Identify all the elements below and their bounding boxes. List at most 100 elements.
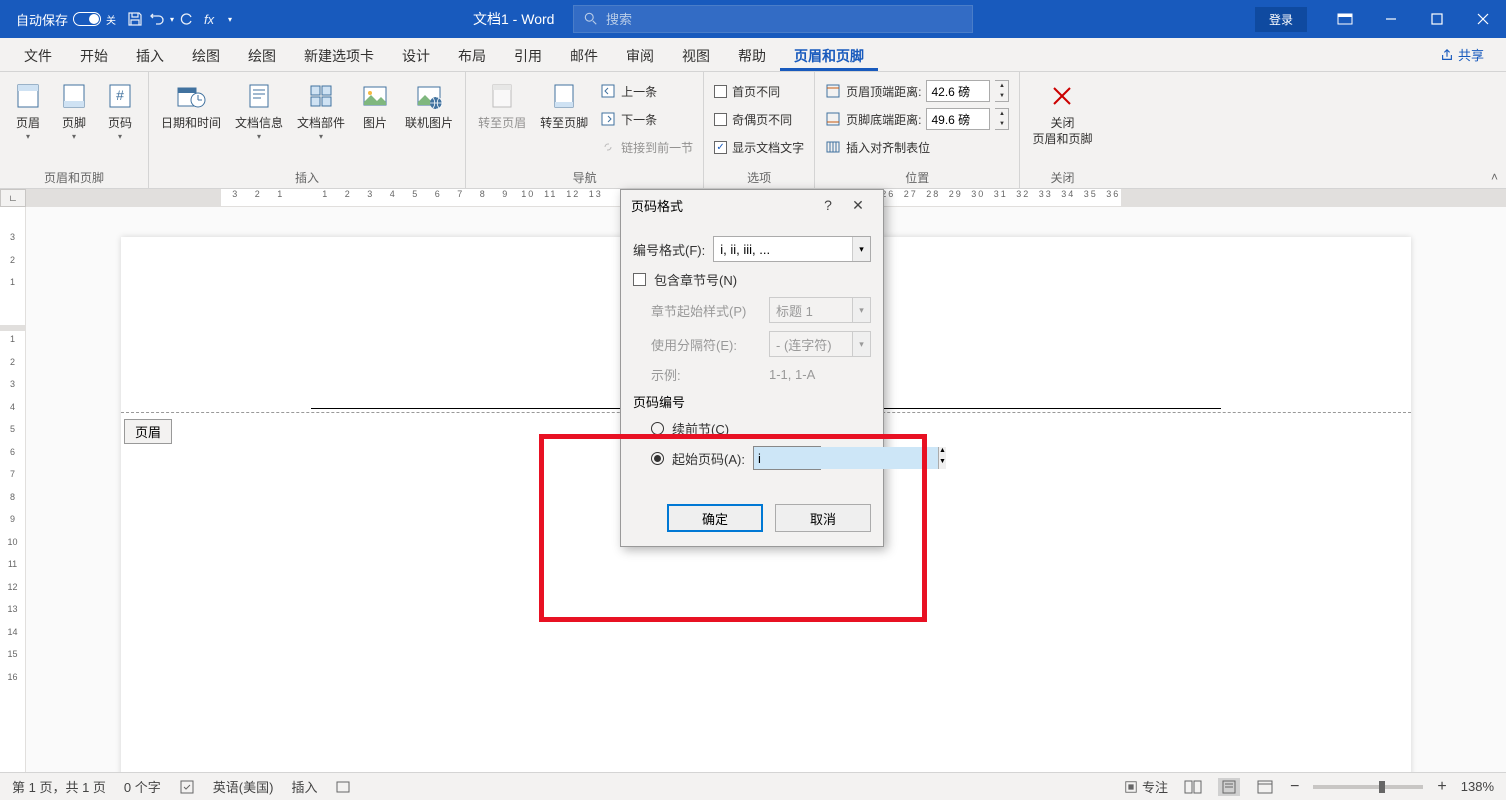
insert-tab-button[interactable]: 插入对齐制表位: [821, 134, 1013, 160]
startat-radio[interactable]: [651, 452, 664, 465]
spinner[interactable]: ▲▼: [995, 80, 1009, 102]
toggle-icon: [73, 12, 101, 26]
spin-up-icon[interactable]: ▲: [939, 447, 946, 458]
footer-button[interactable]: 页脚▾: [52, 76, 96, 146]
docparts-button[interactable]: 文档部件▾: [291, 76, 351, 146]
spinner[interactable]: ▲▼: [995, 108, 1009, 130]
login-button[interactable]: 登录: [1255, 7, 1307, 32]
linkprev-label: 链接到前一节: [621, 139, 693, 156]
close-headerfooter-button[interactable]: 关闭页眉和页脚: [1026, 76, 1098, 151]
zoom-slider[interactable]: [1313, 785, 1423, 789]
chevron-down-icon: ▾: [852, 332, 870, 356]
group-options: 选项: [710, 167, 808, 186]
header-button[interactable]: 页眉▾: [6, 76, 50, 146]
picture-button[interactable]: 图片: [353, 76, 397, 136]
ribbon: 页眉▾ 页脚▾ #页码▾ 页眉和页脚 日期和时间 文档信息▾ 文档部件▾ 图片 …: [0, 72, 1506, 189]
continue-radio[interactable]: [651, 422, 664, 435]
spin-down-icon[interactable]: ▼: [939, 458, 946, 469]
tab-newtab[interactable]: 新建选项卡: [290, 38, 388, 71]
gotofooter-button[interactable]: 转至页脚: [534, 76, 594, 136]
vertical-ruler[interactable]: 32112345678910111213141516: [0, 207, 26, 772]
onlinepic-label: 联机图片: [405, 116, 453, 132]
cancel-button[interactable]: 取消: [775, 504, 871, 532]
tab-mailings[interactable]: 邮件: [556, 38, 612, 71]
insert-mode[interactable]: 插入: [291, 777, 317, 796]
minimize-icon[interactable]: [1368, 0, 1414, 38]
web-layout-icon[interactable]: [1254, 778, 1276, 796]
tab-view[interactable]: 视图: [668, 38, 724, 71]
ok-button[interactable]: 确定: [667, 504, 763, 532]
zoom-out-icon[interactable]: −: [1290, 778, 1299, 796]
headertop-input[interactable]: [926, 80, 990, 102]
document-title: 文档1 - Word: [473, 9, 554, 29]
pagenum-button[interactable]: #页码▾: [98, 76, 142, 146]
tab-file[interactable]: 文件: [10, 38, 66, 71]
word-count[interactable]: 0 个字: [124, 777, 161, 796]
titlebar: 自动保存 关 ▾ fx ▾ 文档1 - Word 登录: [0, 0, 1506, 38]
save-icon[interactable]: [126, 10, 144, 28]
oddeven-label: 奇偶页不同: [732, 111, 792, 128]
numformat-select[interactable]: i, ii, iii, ...▾: [713, 236, 871, 262]
prev-icon: [600, 83, 616, 99]
spellcheck-icon[interactable]: [179, 779, 195, 795]
zoom-level[interactable]: 138%: [1461, 779, 1494, 794]
gotoheader-label: 转至页眉: [478, 116, 526, 132]
dialog-help-icon[interactable]: ?: [813, 197, 843, 213]
macro-icon[interactable]: [335, 779, 351, 795]
redo-icon[interactable]: [178, 10, 196, 28]
startat-spinner[interactable]: ▲▼: [753, 446, 821, 470]
next-button[interactable]: 下一条: [596, 106, 697, 132]
read-view-icon[interactable]: [1182, 778, 1204, 796]
next-label: 下一条: [621, 111, 657, 128]
tab-icon: [825, 139, 841, 155]
oddeven-checkbox[interactable]: 奇偶页不同: [710, 106, 808, 132]
tab-home[interactable]: 开始: [66, 38, 122, 71]
search-input[interactable]: [606, 12, 962, 27]
tab-header-footer[interactable]: 页眉和页脚: [780, 38, 878, 71]
page-indicator[interactable]: 第 1 页，共 1 页: [12, 777, 106, 796]
firstpage-checkbox[interactable]: 首页不同: [710, 78, 808, 104]
undo-dropdown-icon[interactable]: ▾: [170, 15, 174, 24]
focus-mode[interactable]: 专注: [1124, 777, 1168, 796]
prev-button[interactable]: 上一条: [596, 78, 697, 104]
header-label: 页眉: [16, 116, 40, 132]
dialog-close-icon[interactable]: ✕: [843, 197, 873, 214]
linkprev-button: 链接到前一节: [596, 134, 697, 160]
include-chapter-checkbox[interactable]: [633, 273, 646, 286]
tab-layout[interactable]: 布局: [444, 38, 500, 71]
startat-input[interactable]: [754, 447, 938, 469]
maximize-icon[interactable]: [1414, 0, 1460, 38]
focus-label: 专注: [1142, 777, 1168, 796]
tab-draw2[interactable]: 绘图: [234, 38, 290, 71]
showtext-checkbox[interactable]: 显示文档文字: [710, 134, 808, 160]
share-button[interactable]: 共享: [1430, 38, 1494, 71]
onlinepic-button[interactable]: 联机图片: [399, 76, 459, 136]
qat-more-icon[interactable]: ▾: [222, 15, 238, 24]
tab-selector[interactable]: ∟: [0, 189, 26, 207]
footerbottom-input[interactable]: [926, 108, 990, 130]
fx-icon[interactable]: fx: [200, 10, 218, 28]
datetime-button[interactable]: 日期和时间: [155, 76, 227, 136]
zoom-in-icon[interactable]: +: [1437, 778, 1446, 796]
group-header-footer: 页眉和页脚: [6, 167, 142, 186]
collapse-ribbon-icon[interactable]: ˄: [1491, 170, 1498, 184]
ribbon-display-icon[interactable]: [1322, 0, 1368, 38]
tab-references[interactable]: 引用: [500, 38, 556, 71]
continue-label: 续前节(C): [672, 419, 729, 438]
close-icon[interactable]: [1460, 0, 1506, 38]
tab-help[interactable]: 帮助: [724, 38, 780, 71]
tab-draw[interactable]: 绘图: [178, 38, 234, 71]
dialog-titlebar[interactable]: 页码格式 ? ✕: [621, 190, 883, 220]
language-indicator[interactable]: 英语(美国): [213, 777, 274, 796]
tab-design[interactable]: 设计: [388, 38, 444, 71]
tab-insert[interactable]: 插入: [122, 38, 178, 71]
print-layout-icon[interactable]: [1218, 778, 1240, 796]
search-box[interactable]: [573, 5, 973, 33]
docinfo-button[interactable]: 文档信息▾: [229, 76, 289, 146]
chapter-style-select: 标题 1▾: [769, 297, 871, 323]
undo-icon[interactable]: [148, 10, 166, 28]
tab-review[interactable]: 审阅: [612, 38, 668, 71]
include-chapter-label: 包含章节号(N): [654, 270, 737, 289]
autosave-toggle[interactable]: 自动保存 关: [10, 8, 122, 31]
share-icon: [1440, 48, 1454, 62]
